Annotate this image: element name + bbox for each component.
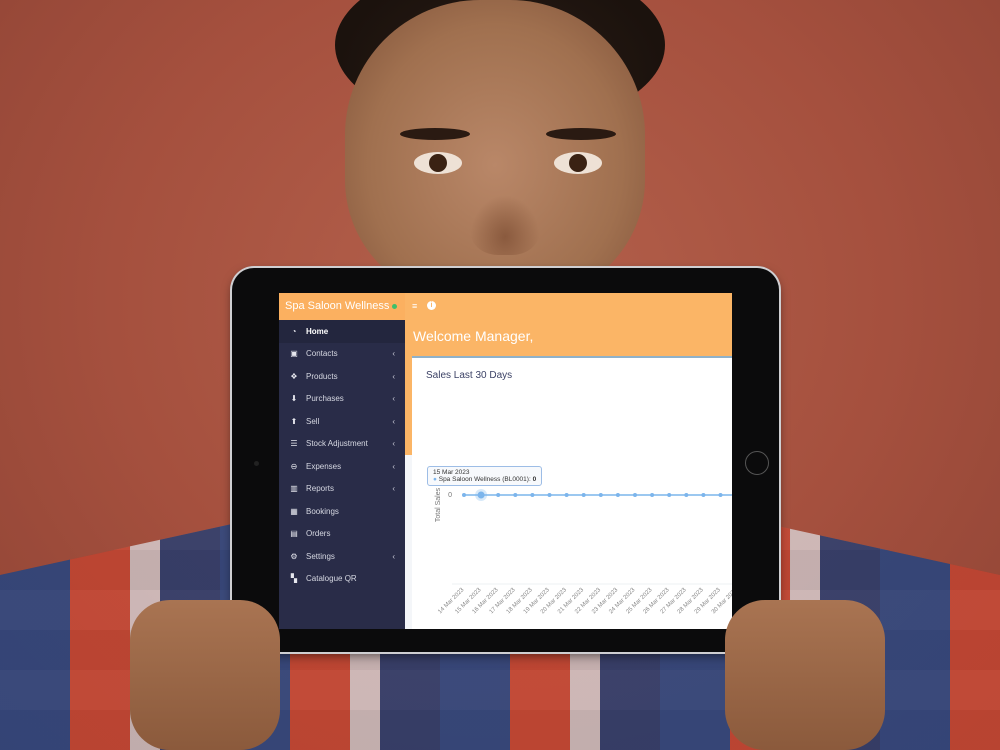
- sidebar-item-home[interactable]: ◔ Home: [279, 320, 405, 343]
- sidebar-item-catalogue-qr[interactable]: ▚ Catalogue QR: [279, 568, 405, 591]
- chevron-left-icon[interactable]: ‹: [392, 394, 395, 403]
- sidebar-item-settings[interactable]: ⚙ Settings ‹: [279, 545, 405, 568]
- chevron-left-icon[interactable]: ‹: [392, 417, 395, 426]
- chevron-left-icon[interactable]: ‹: [392, 372, 395, 381]
- data-point[interactable]: [477, 491, 485, 499]
- calendar-check-icon: ▦: [290, 506, 298, 516]
- gear-icon: ⚙: [290, 551, 298, 561]
- sidebar-item-contacts[interactable]: ▣ Contacts ‹: [279, 343, 405, 366]
- y-axis-title: Total Sales: [435, 487, 442, 522]
- tooltip-series: Spa Saloon Wellness (BL0001):: [438, 476, 531, 483]
- welcome-heading: Welcome Manager,: [413, 328, 534, 344]
- person-face: [345, 0, 645, 300]
- sidebar-item-label: Catalogue QR: [306, 574, 357, 584]
- data-point[interactable]: [513, 493, 518, 497]
- info-icon[interactable]: i: [427, 301, 436, 310]
- chart-tooltip: 15 Mar 2023 ● Spa Saloon Wellness (BL000…: [427, 466, 543, 486]
- sidebar-item-orders[interactable]: ▤ Orders: [279, 523, 405, 546]
- sidebar-item-label: Orders: [306, 529, 331, 539]
- person-right-eye: [554, 152, 602, 174]
- data-point[interactable]: [615, 493, 620, 497]
- data-point[interactable]: [667, 493, 672, 497]
- bar-chart-icon: ▥: [290, 484, 298, 494]
- cubes-icon: ❖: [290, 371, 298, 381]
- tooltip-value: 0: [532, 476, 537, 483]
- main-content: Welcome Manager, Sales Last 30 Days Tota…: [405, 320, 732, 629]
- chevron-left-icon[interactable]: ‹: [392, 462, 395, 471]
- sales-line-chart[interactable]: Total Sales 014 Mar 202315 Mar 202316 Mar…: [412, 358, 732, 629]
- sidebar-item-label: Products: [306, 371, 338, 381]
- sidebar-item-label: Sell: [306, 416, 320, 426]
- chevron-left-icon[interactable]: ‹: [392, 484, 395, 493]
- person-nose: [470, 195, 540, 255]
- data-point[interactable]: [701, 493, 706, 497]
- data-point[interactable]: [684, 493, 689, 497]
- sidebar-item-label: Expenses: [306, 461, 342, 471]
- sidebar-item-label: Reports: [306, 484, 335, 494]
- data-point[interactable]: [547, 493, 552, 497]
- sidebar: ◔ Home ▣ Contacts ‹ ❖ Products ‹ ⬇ Purchases ‹ ⬆ Sel…: [279, 320, 405, 629]
- chevron-left-icon[interactable]: ‹: [392, 552, 395, 561]
- data-point[interactable]: [496, 493, 501, 497]
- data-point[interactable]: [530, 493, 535, 497]
- person-left-brow: [400, 128, 470, 140]
- data-point[interactable]: [598, 493, 603, 497]
- sidebar-item-purchases[interactable]: ⬇ Purchases ‹: [279, 388, 405, 411]
- y-tick-label: 0: [448, 492, 452, 499]
- menu-icon[interactable]: ≡: [412, 301, 417, 311]
- sidebar-item-reports[interactable]: ▥ Reports ‹: [279, 478, 405, 501]
- contact-card-icon: ▣: [290, 349, 298, 359]
- data-point[interactable]: [633, 493, 637, 497]
- arrow-down-circle-icon: ⬇: [290, 394, 298, 404]
- data-point[interactable]: [581, 493, 586, 497]
- sidebar-item-label: Stock Adjustment: [306, 439, 368, 449]
- person-left-eye: [414, 152, 462, 174]
- tablet-home-button[interactable]: [745, 451, 769, 475]
- sidebar-item-label: Home: [306, 326, 329, 336]
- person-right-brow: [546, 128, 616, 140]
- online-status-icon: [392, 303, 398, 309]
- data-point[interactable]: [564, 493, 569, 497]
- sidebar-item-sell[interactable]: ⬆ Sell ‹: [279, 410, 405, 433]
- data-point[interactable]: [718, 493, 723, 497]
- arrow-up-circle-icon: ⬆: [290, 416, 298, 426]
- sidebar-item-expenses[interactable]: ⊖ Expenses ‹: [279, 455, 405, 478]
- sidebar-item-label: Purchases: [306, 394, 344, 404]
- left-hand: [130, 600, 280, 750]
- sales-chart-card: Sales Last 30 Days Total Sales 0 14 Mar 20…: [412, 356, 732, 629]
- sidebar-item-products[interactable]: ❖ Products ‹: [279, 365, 405, 388]
- sidebar-item-label: Contacts: [306, 349, 338, 359]
- sidebar-item-bookings[interactable]: ▦ Bookings: [279, 500, 405, 523]
- list-alt-icon: ▤: [290, 529, 298, 539]
- data-point[interactable]: [462, 493, 466, 497]
- tooltip-date: 15 Mar 2023: [433, 469, 470, 476]
- database-icon: ☰: [290, 439, 298, 449]
- brand-name: Spa Saloon Wellness: [285, 300, 390, 312]
- data-point[interactable]: [650, 493, 655, 497]
- tablet-device: Spa Saloon Wellness ≡ i ◔ Home ▣ Contacts ‹ ❖…: [232, 268, 779, 652]
- right-hand: [725, 600, 885, 750]
- chevron-left-icon[interactable]: ‹: [392, 349, 395, 358]
- top-bar: Spa Saloon Wellness ≡ i: [279, 293, 732, 320]
- qrcode-icon: ▚: [290, 574, 298, 584]
- app-screen: Spa Saloon Wellness ≡ i ◔ Home ▣ Contacts ‹ ❖…: [279, 293, 732, 629]
- minus-circle-icon: ⊖: [290, 461, 298, 471]
- tablet-camera: [254, 461, 259, 466]
- chevron-left-icon[interactable]: ‹: [392, 439, 395, 448]
- sidebar-item-label: Settings: [306, 551, 335, 561]
- sidebar-item-label: Bookings: [306, 506, 339, 516]
- brand[interactable]: Spa Saloon Wellness: [279, 293, 405, 320]
- sidebar-item-stock-adjustment[interactable]: ☰ Stock Adjustment ‹: [279, 433, 405, 456]
- dashboard-icon: ◔: [291, 326, 297, 336]
